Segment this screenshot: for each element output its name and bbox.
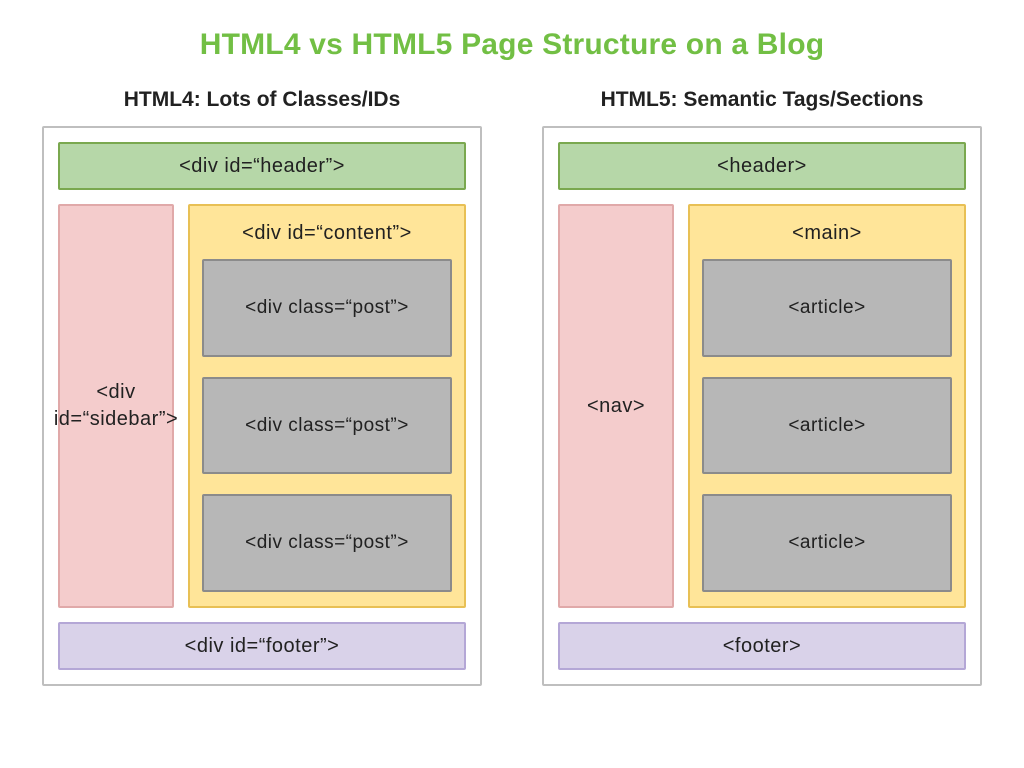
- html5-footer-box: <footer>: [558, 622, 966, 670]
- html4-subtitle: HTML4: Lots of Classes/IDs: [42, 88, 482, 112]
- html4-post-label: <div class=“post”>: [245, 297, 409, 319]
- html5-article-label: <article>: [788, 532, 865, 554]
- html5-nav-box: <nav>: [558, 204, 674, 608]
- html5-article-box: <article>: [702, 259, 952, 357]
- html4-sidebar-label: <div id=“sidebar”>: [54, 379, 178, 433]
- html4-posts-stack: <div class=“post”> <div class=“post”> <d…: [202, 259, 452, 592]
- html4-footer-label: <div id=“footer”>: [185, 635, 340, 658]
- html5-header-box: <header>: [558, 142, 966, 190]
- html5-main-box: <main> <article> <article> <article>: [688, 204, 966, 608]
- html4-post-label: <div class=“post”>: [245, 532, 409, 554]
- html5-article-label: <article>: [788, 415, 865, 437]
- html5-mid-row: <nav> <main> <article> <article>: [558, 204, 966, 608]
- html4-header-label: <div id=“header”>: [179, 155, 345, 178]
- html5-subtitle: HTML5: Semantic Tags/Sections: [542, 88, 982, 112]
- html5-footer-label: <footer>: [723, 635, 802, 658]
- html4-content-box: <div id=“content”> <div class=“post”> <d…: [188, 204, 466, 608]
- html5-header-label: <header>: [717, 155, 807, 178]
- html5-column: HTML5: Semantic Tags/Sections <header> <…: [542, 88, 982, 686]
- html4-header-box: <div id=“header”>: [58, 142, 466, 190]
- html5-nav-label: <nav>: [587, 393, 645, 420]
- html4-post-box: <div class=“post”>: [202, 377, 452, 475]
- html4-post-box: <div class=“post”>: [202, 494, 452, 592]
- html5-article-box: <article>: [702, 494, 952, 592]
- html5-article-box: <article>: [702, 377, 952, 475]
- html4-content-label: <div id=“content”>: [202, 216, 452, 259]
- html4-column: HTML4: Lots of Classes/IDs <div id=“head…: [42, 88, 482, 686]
- html5-main-label: <main>: [702, 216, 952, 259]
- main-title: HTML4 vs HTML5 Page Structure on a Blog: [38, 28, 986, 62]
- diagram-stage: HTML4 vs HTML5 Page Structure on a Blog …: [0, 0, 1024, 768]
- html4-sidebar-box: <div id=“sidebar”>: [58, 204, 174, 608]
- html4-frame: <div id=“header”> <div id=“sidebar”> <di…: [42, 126, 482, 686]
- html4-mid-row: <div id=“sidebar”> <div id=“content”> <d…: [58, 204, 466, 608]
- html5-articles-stack: <article> <article> <article>: [702, 259, 952, 592]
- columns-wrapper: HTML4: Lots of Classes/IDs <div id=“head…: [38, 88, 986, 686]
- html5-frame: <header> <nav> <main> <article> <ar: [542, 126, 982, 686]
- html4-post-label: <div class=“post”>: [245, 415, 409, 437]
- html4-post-box: <div class=“post”>: [202, 259, 452, 357]
- html4-footer-box: <div id=“footer”>: [58, 622, 466, 670]
- html5-article-label: <article>: [788, 297, 865, 319]
